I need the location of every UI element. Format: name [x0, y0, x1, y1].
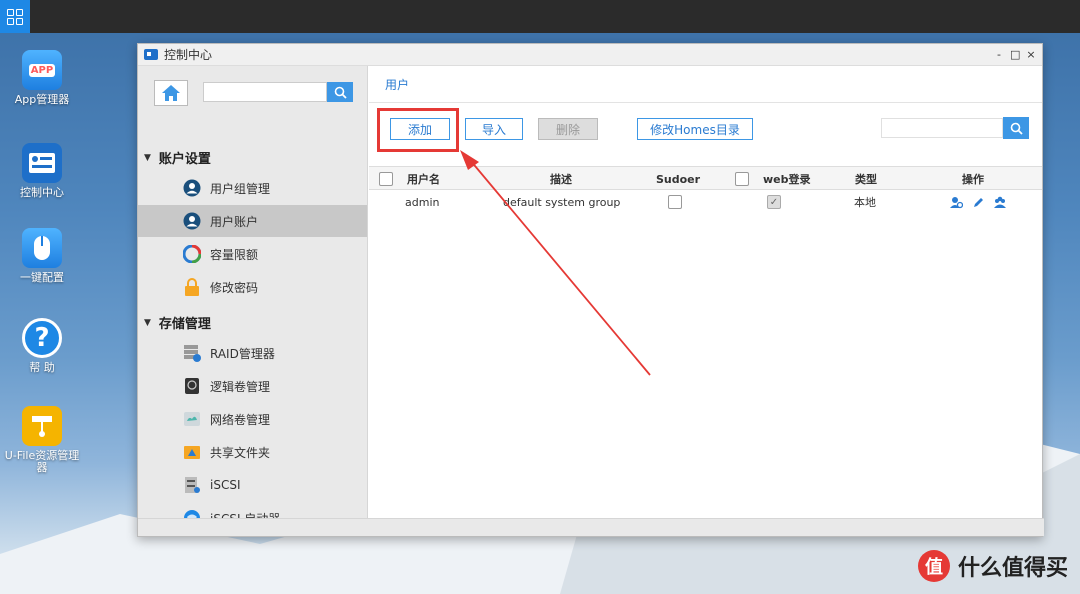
cell-username: admin [405, 195, 440, 209]
delete-button[interactable]: 删除 [538, 118, 598, 140]
add-button[interactable]: 添加 [390, 118, 450, 140]
sudoer-checkbox[interactable] [668, 195, 682, 209]
desktop-icon-control-center[interactable]: 控制中心 [2, 143, 82, 199]
desktop-icon-quick-config[interactable]: 一键配置 [2, 228, 82, 284]
sidebar-item-label: 用户组管理 [210, 181, 271, 196]
control-center-window: 控制中心 - □ × ▼ 账户设置 用户组管理 用户账户 容量限额 修改密码 ▼… [137, 43, 1044, 537]
desktop-icon-label: 一键配置 [20, 271, 64, 284]
web-login-all-checkbox[interactable] [735, 172, 749, 186]
desktop-icon-label: U-File资源管理器 [4, 449, 80, 474]
control-center-icon [144, 49, 158, 60]
network-volume-icon [182, 409, 202, 429]
caret-down-icon: ▼ [144, 317, 151, 328]
cell-type: 本地 [854, 196, 876, 209]
sidebar-item-label: 用户账户 [210, 214, 259, 229]
sidebar-item-label: 网络卷管理 [210, 412, 271, 427]
sidebar-item-shared-folder[interactable]: 共享文件夹 [138, 436, 367, 468]
sidebar-item-label: 容量限额 [210, 247, 259, 262]
home-button[interactable] [154, 80, 188, 106]
divider [369, 102, 1042, 103]
table-header: 用户名 描述 Sudoer web登录 类型 操作 [369, 166, 1042, 190]
search-icon [334, 86, 347, 99]
shared-folder-icon [182, 442, 202, 462]
modify-homes-button[interactable]: 修改Homes目录 [637, 118, 753, 140]
desktop-icon-label: App管理器 [14, 93, 70, 106]
control-center-icon [22, 143, 62, 183]
raid-icon [182, 343, 202, 363]
breadcrumb[interactable]: 用户 [385, 76, 409, 93]
logical-volume-icon [182, 376, 202, 396]
horizontal-scrollbar[interactable] [138, 518, 1044, 536]
desktop-icon-label: 控制中心 [20, 186, 64, 199]
user-table: 用户名 描述 Sudoer web登录 类型 操作 admin default … [369, 166, 1042, 214]
table-row[interactable]: admin default system group ✓ 本地 [369, 190, 1042, 214]
sidebar-item-quota[interactable]: 容量限额 [138, 238, 367, 270]
sidebar-item-label: 修改密码 [210, 280, 259, 295]
search-icon [1010, 122, 1023, 135]
quota-icon [182, 244, 202, 264]
desktop-icon-app-manager[interactable]: APP App管理器 [2, 50, 82, 106]
sidebar-search-input[interactable] [203, 82, 327, 102]
column-header-web-login[interactable]: web登录 [763, 167, 811, 191]
window-title: 控制中心 [164, 48, 213, 62]
column-header-username[interactable]: 用户名 [407, 167, 440, 191]
sidebar-item-network-volume[interactable]: 网络卷管理 [138, 403, 367, 435]
lock-icon [182, 277, 202, 297]
window-titlebar[interactable]: 控制中心 - □ × [138, 44, 1042, 66]
cell-description: default system group [503, 195, 621, 209]
home-icon [162, 85, 180, 101]
desktop-icon-file-manager[interactable]: U-File资源管理器 [2, 406, 82, 474]
user-permission-icon[interactable] [949, 195, 963, 209]
group-storage-management[interactable]: ▼ 存储管理 [144, 313, 211, 332]
caret-down-icon: ▼ [144, 152, 151, 163]
grid-icon [7, 8, 23, 25]
sidebar-item-iscsi[interactable]: iSCSI [138, 469, 367, 501]
select-all-checkbox[interactable] [379, 172, 393, 186]
minimize-button[interactable]: - [994, 48, 1004, 61]
watermark-text: 什么值得买 [957, 556, 1068, 581]
group-account-settings[interactable]: ▼ 账户设置 [144, 148, 211, 167]
column-header-description[interactable]: 描述 [550, 167, 572, 191]
user-account-icon [182, 211, 202, 231]
group-label: 账户设置 [158, 152, 211, 167]
web-login-checkbox[interactable]: ✓ [767, 195, 781, 209]
mouse-icon [22, 228, 62, 268]
sidebar: ▼ 账户设置 用户组管理 用户账户 容量限额 修改密码 ▼ 存储管理 RAID管… [138, 66, 368, 520]
user-search-button[interactable] [1003, 117, 1029, 139]
user-group-icon[interactable] [993, 195, 1007, 209]
main-panel: 用户 添加 导入 删除 修改Homes目录 用户名 描述 Sudoer web登… [369, 66, 1042, 520]
app-store-icon: APP [22, 50, 62, 90]
edit-icon[interactable] [971, 195, 985, 209]
user-search-input[interactable] [881, 118, 1003, 138]
iscsi-icon [182, 475, 202, 495]
sidebar-item-label: 逻辑卷管理 [210, 379, 271, 394]
sidebar-item-label: 共享文件夹 [210, 445, 271, 460]
import-button[interactable]: 导入 [465, 118, 523, 140]
sidebar-item-user-accounts[interactable]: 用户账户 [138, 205, 367, 237]
sidebar-search-button[interactable] [327, 82, 353, 102]
sidebar-item-label: iSCSI [210, 478, 241, 492]
desktop-icon-label: 帮 助 [29, 361, 55, 374]
column-header-actions: 操作 [962, 173, 984, 186]
sidebar-item-raid[interactable]: RAID管理器 [138, 337, 367, 369]
sidebar-item-change-password[interactable]: 修改密码 [138, 271, 367, 303]
watermark: 值 什么值得买 [917, 550, 1068, 582]
column-header-sudoer[interactable]: Sudoer [656, 167, 700, 191]
maximize-button[interactable]: □ [1010, 48, 1020, 61]
file-manager-icon [22, 406, 62, 446]
help-icon: ? [22, 318, 62, 358]
group-label: 存储管理 [158, 317, 211, 332]
sidebar-item-logical-volume[interactable]: 逻辑卷管理 [138, 370, 367, 402]
user-group-icon [182, 178, 202, 198]
close-button[interactable]: × [1026, 48, 1036, 61]
taskbar [0, 0, 1080, 33]
sidebar-item-user-groups[interactable]: 用户组管理 [138, 172, 367, 204]
smzdm-logo-icon: 值 [917, 550, 950, 582]
sidebar-item-label: RAID管理器 [210, 346, 275, 361]
start-menu-button[interactable] [0, 0, 30, 33]
column-header-type[interactable]: 类型 [855, 167, 877, 191]
desktop-icon-help[interactable]: ? 帮 助 [2, 318, 82, 374]
